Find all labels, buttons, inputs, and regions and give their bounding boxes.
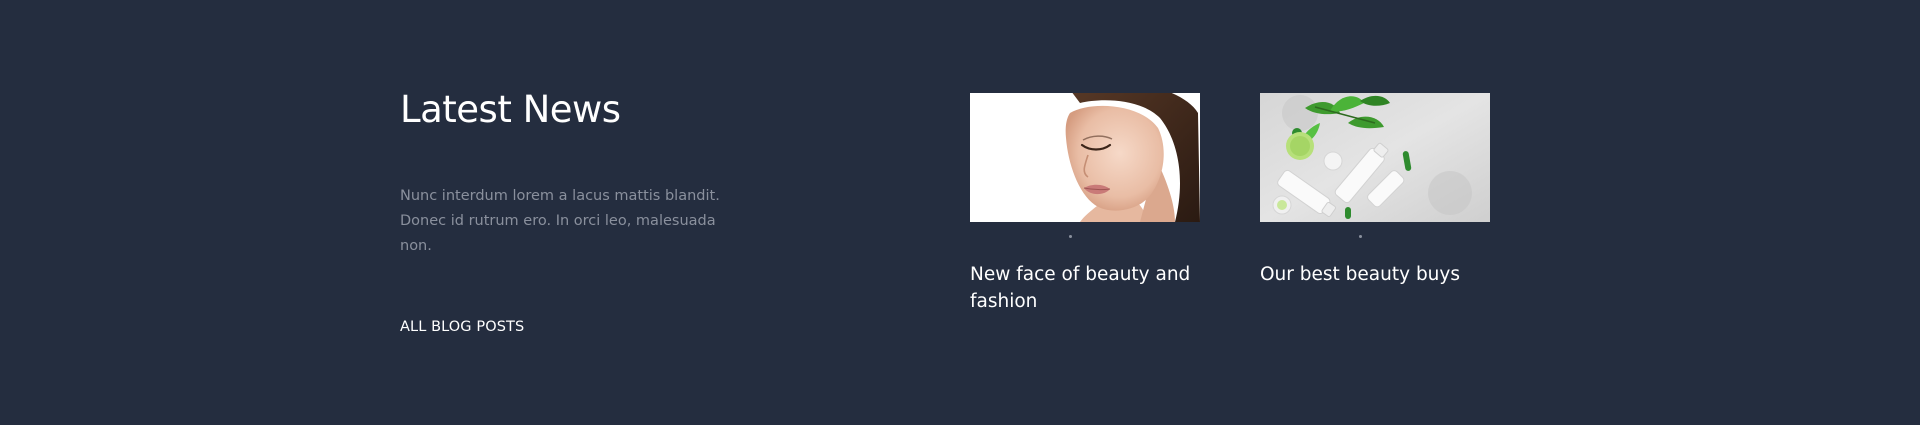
all-blog-posts-link[interactable]: ALL BLOG POSTS	[400, 316, 524, 338]
separator-dot	[1359, 235, 1362, 238]
blog-post-image-woman-face[interactable]	[970, 93, 1200, 222]
section-description: Nunc interdum lorem a lacus mattis bland…	[400, 188, 720, 254]
blog-post-card: Our best beauty buys	[1260, 93, 1490, 285]
blog-post-title[interactable]: New face of beauty and fashion	[970, 261, 1200, 315]
blog-post-title[interactable]: Our best beauty buys	[1260, 261, 1490, 288]
blog-post-image-cosmetics[interactable]	[1260, 93, 1490, 222]
latest-news-section: Latest News Nunc interdum lorem a lacus …	[0, 0, 1920, 425]
section-title: Latest News	[400, 88, 621, 131]
blog-post-card: New face of beauty and fashion	[970, 93, 1200, 312]
separator-dot	[1069, 235, 1072, 238]
